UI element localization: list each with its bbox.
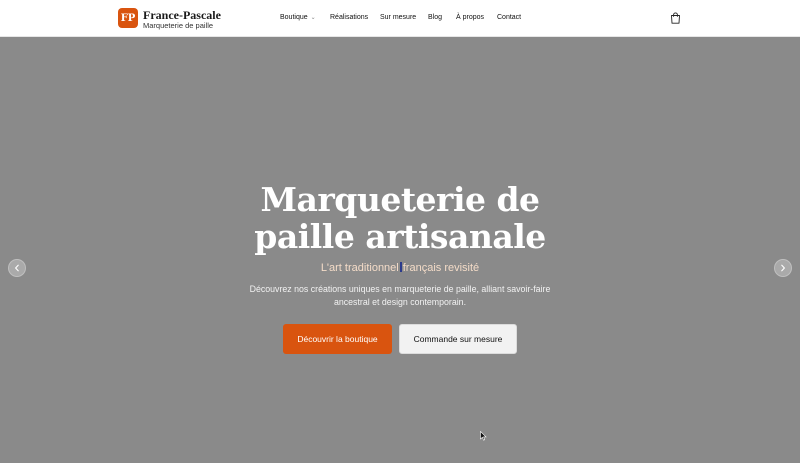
custom-order-button[interactable]: Commande sur mesure <box>399 324 517 354</box>
nav-item-sur-mesure[interactable]: Sur mesure <box>380 14 416 21</box>
hero-section: Marqueterie de paille artisanale L'art t… <box>0 37 800 463</box>
hero-title-line2: paille artisanale <box>254 217 546 256</box>
nav-item-realisations[interactable]: Réalisations <box>330 14 368 21</box>
hero-subtitle: L'art traditionnel français revisité <box>0 262 800 274</box>
nav-item-contact[interactable]: Contact <box>497 14 521 21</box>
hero-subtitle-part2: français revisité <box>402 262 480 274</box>
hero-title-line1: Marqueterie de <box>260 180 540 219</box>
chevron-right-icon <box>781 264 785 272</box>
carousel-prev-button[interactable] <box>8 259 26 277</box>
nav-item-boutique[interactable]: Boutique ⌄ <box>280 14 316 21</box>
shopping-bag-icon[interactable] <box>670 12 681 24</box>
nav-item-blog[interactable]: Blog <box>428 14 442 21</box>
hero-description: Découvrez nos créations uniques en marqu… <box>249 284 551 307</box>
site-header: FP France-Pascale Marqueterie de paille … <box>0 0 800 37</box>
nav-item-label: Boutique <box>280 14 308 21</box>
text-caret <box>399 262 402 272</box>
mouse-cursor-icon <box>480 431 487 441</box>
carousel-next-button[interactable] <box>774 259 792 277</box>
chevron-down-icon: ⌄ <box>310 15 316 21</box>
chevron-left-icon <box>15 264 19 272</box>
hero-subtitle-part1: L'art traditionnel <box>320 262 399 274</box>
discover-shop-button[interactable]: Découvrir la boutique <box>283 324 392 354</box>
nav-item-a-propos[interactable]: À propos <box>456 14 484 21</box>
hero-title: Marqueterie de paille artisanale <box>0 181 800 255</box>
